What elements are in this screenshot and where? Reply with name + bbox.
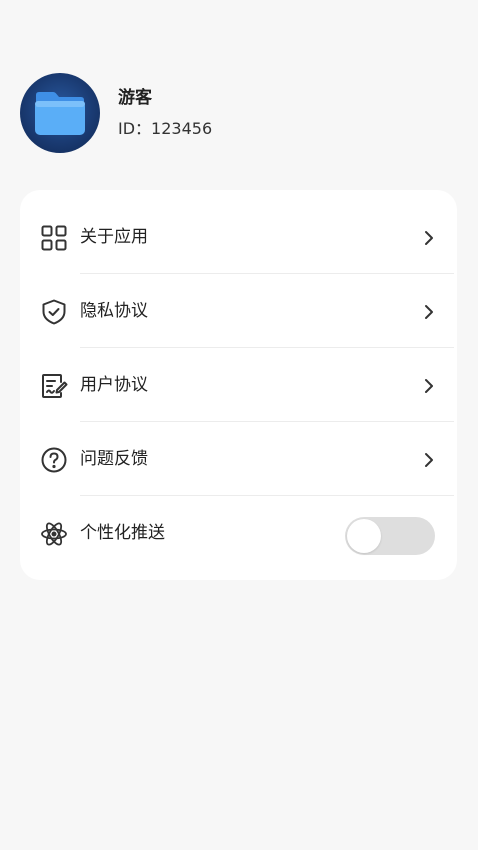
apps-grid-icon [41, 225, 67, 251]
shield-check-icon [42, 299, 66, 325]
toggle-knob [347, 519, 381, 553]
profile-header: 游客 ID：123456 [20, 73, 460, 153]
menu-item-label: 关于应用 [80, 227, 148, 247]
menu-item-label: 用户协议 [80, 375, 148, 395]
chevron-right-icon [425, 305, 433, 319]
menu-item-feedback[interactable]: 问题反馈 [20, 422, 457, 496]
user-id: ID：123456 [118, 119, 213, 138]
folder-icon [35, 92, 85, 135]
menu-item-about-app[interactable]: 关于应用 [20, 200, 457, 274]
menu-item-label: 个性化推送 [80, 523, 165, 543]
menu-item-privacy-policy[interactable]: 隐私协议 [20, 274, 457, 348]
chevron-right-icon [425, 453, 433, 467]
chevron-right-icon [425, 379, 433, 393]
menu-item-user-agreement[interactable]: 用户协议 [20, 348, 457, 422]
user-name: 游客 [118, 88, 152, 108]
menu-item-label: 问题反馈 [80, 449, 148, 469]
avatar[interactable] [20, 73, 100, 153]
personalized-push-toggle[interactable] [345, 517, 435, 555]
menu-item-label: 隐私协议 [80, 301, 148, 321]
document-edit-icon [42, 374, 68, 398]
atom-icon [41, 522, 67, 546]
settings-menu: 关于应用 隐私协议 用户协议 问题反馈 个性化推送 [20, 190, 457, 580]
chevron-right-icon [425, 231, 433, 245]
question-circle-icon [41, 447, 67, 473]
menu-item-personalized-push: 个性化推送 [20, 496, 457, 570]
